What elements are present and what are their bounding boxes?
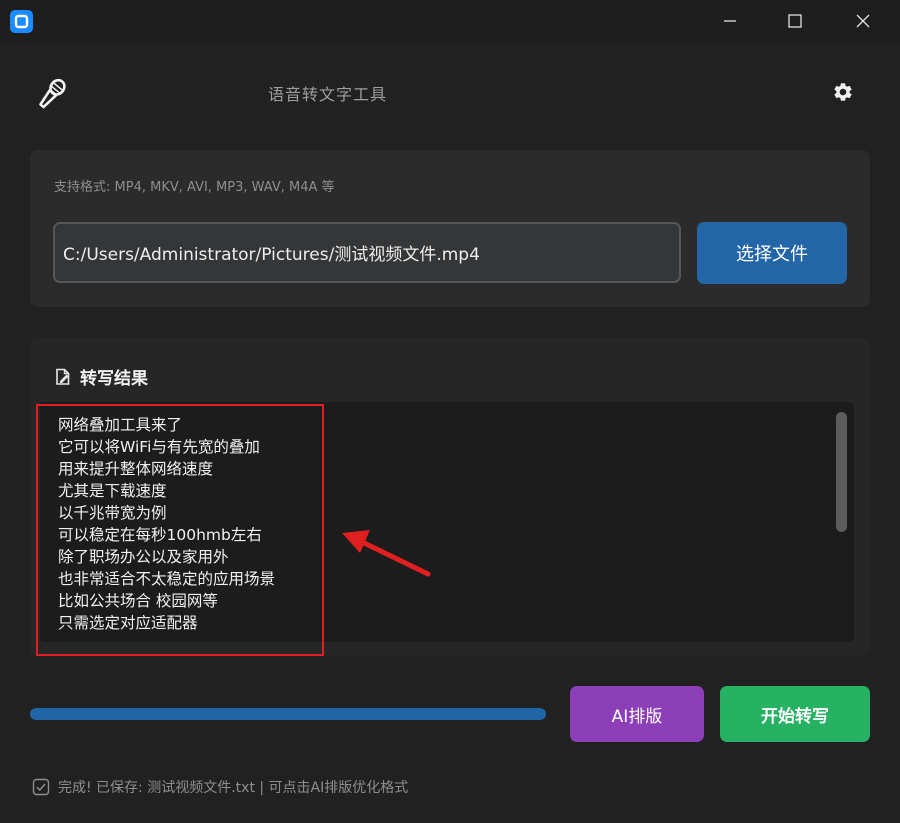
app-logo-icon [10,10,33,33]
maximize-icon [788,14,802,28]
microphone-icon [39,78,66,109]
progress-bar [30,708,546,720]
file-path-input[interactable] [53,222,681,283]
choose-file-button[interactable]: 选择文件 [697,222,847,284]
close-button[interactable] [833,0,893,42]
app-title: 语音转文字工具 [268,85,388,104]
maximize-button[interactable] [765,0,825,42]
annotation-arrow-icon [342,530,431,577]
result-header: 转写结果 [54,364,148,389]
result-scrollbar[interactable] [836,412,847,532]
close-icon [856,14,870,28]
minimize-button[interactable] [700,0,760,42]
start-transcribe-button[interactable]: 开始转写 [720,686,870,742]
status-bar: 完成! 已保存: 测试视频文件.txt | 可点击AI排版优化格式 [32,777,408,797]
title-bar [0,0,900,42]
checkbox-check-icon [32,778,50,796]
status-text: 完成! 已保存: 测试视频文件.txt | 可点击AI排版优化格式 [58,780,409,796]
edit-document-icon [56,368,70,385]
minimize-icon [724,20,736,22]
result-title: 转写结果 [80,369,148,389]
gear-icon[interactable] [832,81,854,103]
annotation-highlight-box [36,404,324,656]
file-panel: 支持格式: MP4, MKV, AVI, MP3, WAV, M4A 等 选择文… [30,150,870,307]
supported-formats-hint: 支持格式: MP4, MKV, AVI, MP3, WAV, M4A 等 [54,180,335,195]
ai-format-button[interactable]: AI排版 [570,686,704,742]
